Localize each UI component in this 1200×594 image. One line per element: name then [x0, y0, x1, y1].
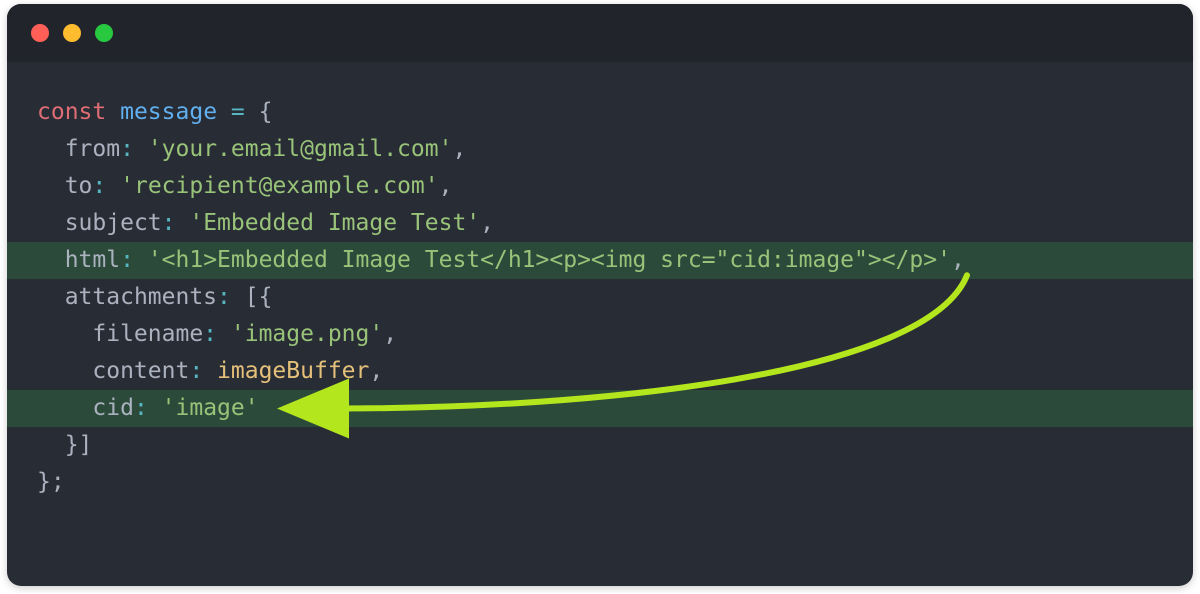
token-punc — [217, 99, 231, 125]
token-punc: , — [452, 136, 466, 162]
token-punc — [176, 210, 190, 236]
token-punc — [217, 321, 231, 347]
code-line: subject: 'Embedded Image Test', — [7, 205, 1193, 242]
token-punc — [134, 136, 148, 162]
token-oper: : — [189, 358, 203, 384]
token-punc: , — [439, 173, 453, 199]
code-area: const message = { from: 'your.email@gmai… — [7, 62, 1193, 501]
token-prop: cid — [92, 395, 134, 421]
token-oper: : — [217, 284, 231, 310]
token-oper: : — [134, 395, 148, 421]
token-punc: }; — [37, 469, 65, 495]
token-str: '<h1>Embedded Image Test</h1><p><img src… — [148, 247, 951, 273]
token-punc: [{ — [231, 284, 273, 310]
token-prop: attachments — [65, 284, 217, 310]
code-window: const message = { from: 'your.email@gmai… — [7, 4, 1193, 586]
code-line: const message = { — [7, 94, 1193, 131]
token-oper: : — [203, 321, 217, 347]
close-icon[interactable] — [31, 24, 49, 42]
token-punc — [106, 173, 120, 199]
token-punc: , — [369, 358, 383, 384]
code-line: }] — [7, 427, 1193, 464]
code-line: cid: 'image' — [7, 390, 1193, 427]
token-punc: }] — [65, 432, 93, 458]
token-kw: const — [37, 99, 106, 125]
token-punc: , — [480, 210, 494, 236]
token-var: message — [120, 99, 217, 125]
code-line: from: 'your.email@gmail.com', — [7, 131, 1193, 168]
minimize-icon[interactable] — [63, 24, 81, 42]
code-line: content: imageBuffer, — [7, 353, 1193, 390]
token-punc — [203, 358, 217, 384]
window-titlebar — [7, 4, 1193, 62]
token-prop: filename — [92, 321, 203, 347]
token-prop: subject — [65, 210, 162, 236]
token-oper: = — [231, 99, 245, 125]
code-line: filename: 'image.png', — [7, 316, 1193, 353]
code-line: attachments: [{ — [7, 279, 1193, 316]
token-oper: : — [162, 210, 176, 236]
token-punc: , — [383, 321, 397, 347]
token-prop: content — [92, 358, 189, 384]
code-line: }; — [7, 464, 1193, 501]
token-oper: : — [120, 136, 134, 162]
token-prop: from — [65, 136, 120, 162]
token-oper: : — [120, 247, 134, 273]
code-line: html: '<h1>Embedded Image Test</h1><p><i… — [7, 242, 1193, 279]
token-ident: imageBuffer — [217, 358, 369, 384]
token-punc — [106, 99, 120, 125]
token-str: 'recipient@example.com' — [120, 173, 439, 199]
token-prop: html — [65, 247, 120, 273]
token-prop: to — [65, 173, 93, 199]
maximize-icon[interactable] — [95, 24, 113, 42]
token-oper: : — [92, 173, 106, 199]
token-punc — [134, 247, 148, 273]
token-str: 'your.email@gmail.com' — [148, 136, 453, 162]
token-punc: { — [245, 99, 273, 125]
token-punc — [148, 395, 162, 421]
token-str: 'Embedded Image Test' — [189, 210, 480, 236]
token-str: 'image' — [162, 395, 259, 421]
token-str: 'image.png' — [231, 321, 383, 347]
token-punc: , — [951, 247, 965, 273]
code-line: to: 'recipient@example.com', — [7, 168, 1193, 205]
